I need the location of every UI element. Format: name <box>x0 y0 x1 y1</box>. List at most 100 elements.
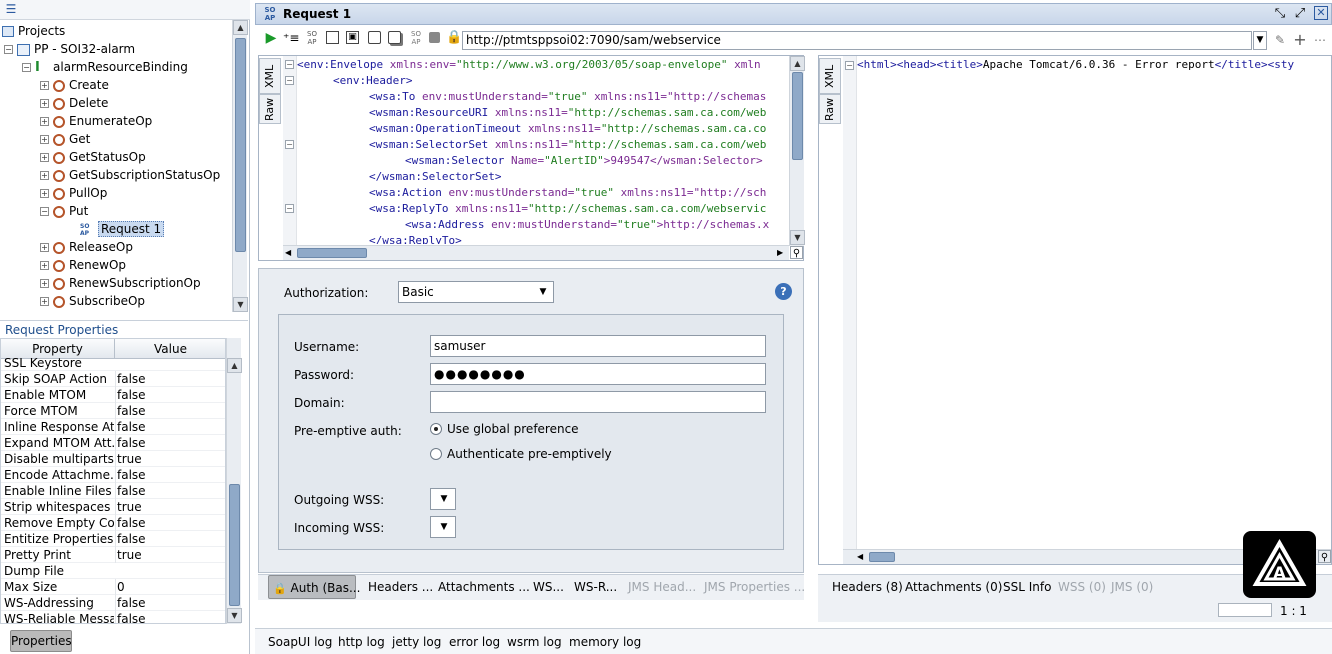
password-field[interactable]: ●●●●●●●● <box>430 363 766 385</box>
properties-scrollbar[interactable]: ▲ ▼ <box>226 338 242 624</box>
tab-raw[interactable]: Raw <box>819 94 841 124</box>
expand-icon[interactable]: + <box>40 243 49 252</box>
collapse-icon[interactable]: − <box>4 45 13 54</box>
tab-response-attachments[interactable]: Attachments (0) <box>905 575 1002 599</box>
zoom-icon[interactable]: ⚲ <box>790 246 803 259</box>
chevron-down-icon[interactable]: ▼ <box>436 491 452 507</box>
close-icon[interactable]: ✕ <box>1314 6 1328 20</box>
tree-scrollbar[interactable]: ▲ ▼ <box>232 20 248 312</box>
expand-icon[interactable]: + <box>40 135 49 144</box>
response-xml-editor[interactable]: XML Raw − <html><head><title>Apache Tomc… <box>818 55 1332 565</box>
property-row[interactable]: Disable multiparts true <box>1 451 225 467</box>
tab-soapui-log[interactable]: SoapUI log <box>268 633 332 651</box>
tab-headers[interactable]: Headers ... <box>368 575 433 599</box>
use-global-radio[interactable] <box>430 423 442 435</box>
tab-raw[interactable]: Raw <box>259 94 281 124</box>
tree-operation[interactable]: + GetSubscriptionStatusOp <box>40 166 220 184</box>
scroll-down-icon[interactable]: ▼ <box>227 608 242 623</box>
property-value[interactable]: true <box>115 451 225 467</box>
split-icon[interactable] <box>368 31 381 44</box>
help-icon[interactable]: ? <box>775 283 792 300</box>
tab-memory-log[interactable]: memory log <box>569 633 641 651</box>
property-value[interactable]: 0 <box>115 579 225 595</box>
property-row[interactable]: Inline Response Att...false <box>1 419 225 435</box>
property-value[interactable]: true <box>115 547 225 563</box>
tab-xml[interactable]: XML <box>259 58 281 94</box>
add-assertion-icon[interactable]: ⁺≡ <box>283 30 299 46</box>
create-request-icon[interactable]: SO AP <box>304 30 320 46</box>
tab-jms-headers[interactable]: JMS Head... <box>628 575 696 599</box>
property-value[interactable]: false <box>115 595 225 611</box>
zoom-icon[interactable]: ⚲ <box>1318 550 1331 563</box>
property-value[interactable]: false <box>115 435 225 451</box>
add-endpoint-icon[interactable]: + <box>1292 31 1308 49</box>
expand-icon[interactable]: + <box>40 81 49 90</box>
scroll-left-icon[interactable]: ◀ <box>285 246 291 259</box>
property-value[interactable]: false <box>115 371 225 387</box>
username-field[interactable]: samuser <box>430 335 766 357</box>
expand-icon[interactable]: + <box>40 189 49 198</box>
xml-vertical-scrollbar[interactable]: ▲ ▼ <box>789 56 805 246</box>
tab-ws-r[interactable]: WS-R... <box>574 575 617 599</box>
scroll-thumb[interactable] <box>229 484 240 606</box>
tree-root-projects[interactable]: Projects <box>2 22 65 40</box>
stop-icon[interactable] <box>326 31 339 44</box>
property-value[interactable]: false <box>115 467 225 483</box>
tree-operation[interactable]: + PullOp <box>40 184 107 202</box>
tab-error-log[interactable]: error log <box>449 633 500 651</box>
property-row[interactable]: WS-Reliable Messa...false <box>1 611 225 623</box>
tree-operation[interactable]: − Put <box>40 202 88 220</box>
tree-project[interactable]: − PP - SOI32-alarm <box>4 40 135 58</box>
expand-icon[interactable]: + <box>40 279 49 288</box>
outgoing-wss-select[interactable]: ▼ <box>430 488 456 510</box>
tree-request-selected[interactable]: SO AP Request 1 <box>80 220 165 238</box>
xml-horizontal-scrollbar[interactable]: ◀ ▶ <box>283 245 789 260</box>
property-value[interactable]: true <box>115 499 225 515</box>
list-view-icon[interactable]: ☰ <box>4 2 18 16</box>
fold-icon[interactable]: − <box>285 204 294 213</box>
property-value[interactable]: false <box>115 483 225 499</box>
property-value[interactable]: false <box>115 403 225 419</box>
property-row[interactable]: Entitize Properties false <box>1 531 225 547</box>
authorization-select[interactable]: Basic ▼ <box>398 281 554 303</box>
tab-wsrm-log[interactable]: wsrm log <box>507 633 562 651</box>
request-xml-editor[interactable]: XML Raw − <env:Envelope xmlns:env="http:/… <box>258 55 805 261</box>
tab-auth[interactable]: 🔒 Auth (Bas... <box>268 575 360 599</box>
chevron-down-icon[interactable]: ▼ <box>436 519 452 535</box>
property-row[interactable]: Encode Attachme... false <box>1 467 225 483</box>
expand-icon[interactable]: + <box>40 297 49 306</box>
property-row[interactable]: Max Size 0 <box>1 579 225 595</box>
tab-ws[interactable]: WS... <box>533 575 564 599</box>
tab-jms-properties[interactable]: JMS Properties ... <box>704 575 805 599</box>
fold-icon[interactable]: − <box>285 76 294 85</box>
tab-wss[interactable]: WSS (0) <box>1058 575 1106 599</box>
scroll-up-icon[interactable]: ▲ <box>233 20 248 35</box>
scroll-up-icon[interactable]: ▲ <box>790 56 805 71</box>
tab-attachments[interactable]: Attachments ... <box>438 575 530 599</box>
run-icon[interactable]: ▶ <box>263 30 279 46</box>
endpoint-url-field[interactable]: http://ptmtsppsoi02:7090/sam/webservice <box>462 31 1252 50</box>
domain-field[interactable] <box>430 391 766 413</box>
more-icon[interactable]: ⋯ <box>1312 32 1328 48</box>
property-value[interactable]: false <box>115 531 225 547</box>
fold-icon[interactable]: − <box>285 140 294 149</box>
property-row[interactable]: WS-Addressing false <box>1 595 225 611</box>
tree-operation[interactable]: + RenewSubscriptionOp <box>40 274 201 292</box>
tree-operation[interactable]: + SubscribeOp <box>40 292 145 310</box>
tabs-icon[interactable] <box>388 31 401 44</box>
tab-xml[interactable]: XML <box>819 58 841 94</box>
endpoint-dropdown-icon[interactable]: ▼ <box>1253 31 1267 50</box>
restore-icon[interactable]: ⤢ <box>1292 5 1308 23</box>
property-row[interactable]: SSL Keystore <box>1 355 225 371</box>
scroll-thumb[interactable] <box>792 72 803 160</box>
tree-operation[interactable]: + Get <box>40 130 90 148</box>
property-value[interactable]: false <box>115 515 225 531</box>
expand-icon[interactable]: + <box>40 171 49 180</box>
expand-icon[interactable]: + <box>40 261 49 270</box>
property-row[interactable]: Remove Empty Co... false <box>1 515 225 531</box>
tab-jetty-log[interactable]: jetty log <box>392 633 441 651</box>
tab-http-log[interactable]: http log <box>338 633 385 651</box>
collapse-icon[interactable]: − <box>22 63 31 72</box>
collapse-icon[interactable]: − <box>40 207 49 216</box>
property-row[interactable]: Dump File <box>1 563 225 579</box>
